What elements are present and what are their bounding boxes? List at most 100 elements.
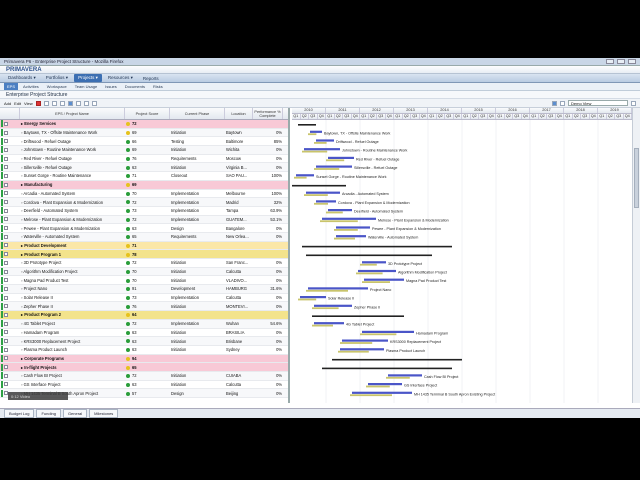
gantt-planned-bar[interactable] [310, 130, 322, 133]
subnav-tab-eps[interactable]: EPS [4, 83, 19, 90]
project-row[interactable]: ▫ Plasma Product Launch 63 Initiation Sydne… [0, 346, 288, 355]
vertical-scrollbar[interactable] [632, 108, 640, 403]
row-checkbox[interactable] [4, 382, 8, 387]
row-checkbox[interactable] [4, 139, 8, 144]
project-row[interactable]: ▫ Project Nano 91 Development HAMBURG 31.6% [0, 285, 288, 294]
project-row[interactable]: ▫ Algorithm Modification Project 70 Initia… [0, 267, 288, 277]
edit-button[interactable]: Edit [14, 101, 21, 106]
col-header-phase[interactable]: Current Phase [170, 108, 225, 119]
gantt-planned-bar[interactable] [340, 348, 384, 351]
project-row[interactable]: ▫ Arcadia - Automated System 70 Implementa… [0, 189, 288, 199]
subnav-tab-issues[interactable]: Issues [102, 83, 120, 90]
sort-icon[interactable] [83, 100, 89, 106]
gantt-planned-bar[interactable] [314, 304, 352, 307]
maximize-icon[interactable] [617, 59, 625, 64]
row-checkbox[interactable] [4, 312, 8, 317]
subnav-tab-workspace[interactable]: Workspace [44, 83, 70, 90]
gantt-planned-bar[interactable] [368, 383, 402, 386]
project-row[interactable]: ▫ Melrose - Plant Expansion & Modernizat… [0, 215, 288, 225]
project-row[interactable]: ▫ Sillersville - Refuel Outage 63 Initiati… [0, 163, 288, 173]
gantt-planned-bar[interactable] [388, 374, 422, 377]
col-header-percent[interactable]: Performance % Complete [253, 108, 283, 119]
gantt-summary-bar[interactable] [306, 254, 432, 257]
minimize-icon[interactable] [606, 59, 614, 64]
menu-item-0[interactable]: Dashboards ▾ [4, 74, 40, 82]
project-row[interactable]: ▫ Pewee - Plant Expansion & Modernizatio… [0, 224, 288, 233]
gantt-summary-bar[interactable] [312, 315, 404, 317]
gantt-planned-bar[interactable] [336, 235, 366, 238]
subnav-tab-team-usage[interactable]: Team Usage [72, 83, 100, 90]
row-checkbox[interactable] [4, 208, 8, 213]
gantt-view-icon[interactable] [552, 100, 557, 106]
project-row[interactable]: ▫ Red River - Refuel Outage 76 Requirement… [0, 155, 288, 164]
subnav-tab-documents[interactable]: Documents [122, 83, 148, 90]
detail-tab-milestones[interactable]: Milestones [89, 409, 119, 418]
subnav-tab-risks[interactable]: Risks [150, 83, 166, 90]
col-header-name[interactable]: EPS / Project Name [20, 108, 125, 119]
gantt-planned-bar[interactable] [364, 278, 404, 281]
gantt-planned-bar[interactable] [362, 261, 386, 264]
subnav-tab-activities[interactable]: Activities [20, 83, 42, 90]
columns-icon[interactable] [91, 100, 97, 106]
row-checkbox[interactable] [4, 165, 8, 170]
copy-icon[interactable] [51, 100, 57, 106]
row-checkbox[interactable] [4, 321, 8, 326]
row-checkbox[interactable] [4, 373, 8, 378]
project-row[interactable]: ▫ Magna Pad Product Test 70 Initiation VLAD… [0, 276, 288, 286]
project-row[interactable]: ▫ Cash Flow BI Project 72 Initiation CUIABA… [0, 371, 288, 381]
row-checkbox[interactable] [4, 339, 8, 344]
cut-icon[interactable] [43, 100, 49, 106]
eps-group-row[interactable]: ▸ Product Development 71 [0, 241, 288, 251]
row-checkbox[interactable] [4, 260, 8, 265]
gantt-planned-bar[interactable] [296, 174, 314, 177]
project-row[interactable]: ▫ Johnstown - Routine Maintenance Work 69… [0, 146, 288, 155]
close-icon[interactable] [628, 59, 636, 64]
gantt-summary-bar[interactable] [302, 245, 452, 248]
zoom-icon[interactable] [560, 100, 565, 106]
gantt-summary-bar[interactable] [332, 358, 462, 361]
project-row[interactable]: ▫ Hamadam Program 63 Initiation BRASILIA 0% [0, 328, 288, 338]
detail-tab-general[interactable]: General [62, 409, 88, 418]
row-checkbox[interactable] [4, 121, 8, 126]
row-checkbox[interactable] [4, 147, 8, 152]
detail-tab-budget-log[interactable]: Budget Log [4, 409, 35, 418]
gantt-planned-bar[interactable] [300, 296, 326, 299]
row-checkbox[interactable] [4, 365, 8, 370]
project-row[interactable]: ▫ Solar Release II 73 Implementation Calcut… [0, 294, 288, 303]
view-button[interactable]: View [24, 101, 33, 106]
scrollbar-thumb[interactable] [634, 148, 639, 208]
row-checkbox[interactable] [4, 234, 8, 239]
gantt-planned-bar[interactable] [362, 330, 414, 333]
project-row[interactable]: ▫ GS Interface Project 63 Initiation Calcut… [0, 380, 288, 390]
gantt-summary-bar[interactable] [298, 124, 316, 126]
menu-item-1[interactable]: Portfolios ▾ [42, 74, 72, 82]
project-row[interactable]: ▫ Waterville - Automated System 65 Require… [0, 232, 288, 242]
gantt-planned-bar[interactable] [316, 200, 336, 203]
row-checkbox[interactable] [4, 217, 8, 222]
row-checkbox[interactable] [4, 295, 8, 300]
gantt-planned-bar[interactable] [308, 287, 368, 290]
eps-group-row[interactable]: ▸ Product Program 1 78 [0, 250, 288, 259]
row-checkbox[interactable] [4, 173, 8, 178]
row-checkbox[interactable] [4, 304, 8, 309]
row-checkbox[interactable] [4, 356, 8, 361]
gantt-planned-bar[interactable] [306, 191, 340, 194]
detail-tab-funding[interactable]: Funding [36, 409, 61, 418]
menu-item-2[interactable]: Projects ▾ [74, 74, 102, 82]
project-row[interactable]: ▫ Baytown, TX - Offsite Maintenance Work… [0, 128, 288, 138]
gantt-planned-bar[interactable] [316, 165, 352, 168]
gantt-planned-bar[interactable] [328, 209, 352, 212]
row-checkbox[interactable] [4, 330, 8, 335]
gantt-planned-bar[interactable] [322, 217, 376, 220]
gantt-summary-bar[interactable] [322, 367, 452, 370]
row-checkbox[interactable] [4, 156, 8, 161]
row-checkbox[interactable] [4, 130, 8, 135]
project-row[interactable]: ▫ 4G Tablet Project 72 Implementation Wuhan… [0, 319, 288, 329]
row-checkbox[interactable] [4, 191, 8, 196]
row-checkbox[interactable] [4, 278, 8, 283]
row-checkbox[interactable] [4, 347, 8, 352]
settings-icon[interactable] [631, 100, 636, 106]
view-select[interactable]: Demo View [568, 100, 628, 106]
row-checkbox[interactable] [4, 226, 8, 231]
row-checkbox[interactable] [4, 182, 8, 187]
